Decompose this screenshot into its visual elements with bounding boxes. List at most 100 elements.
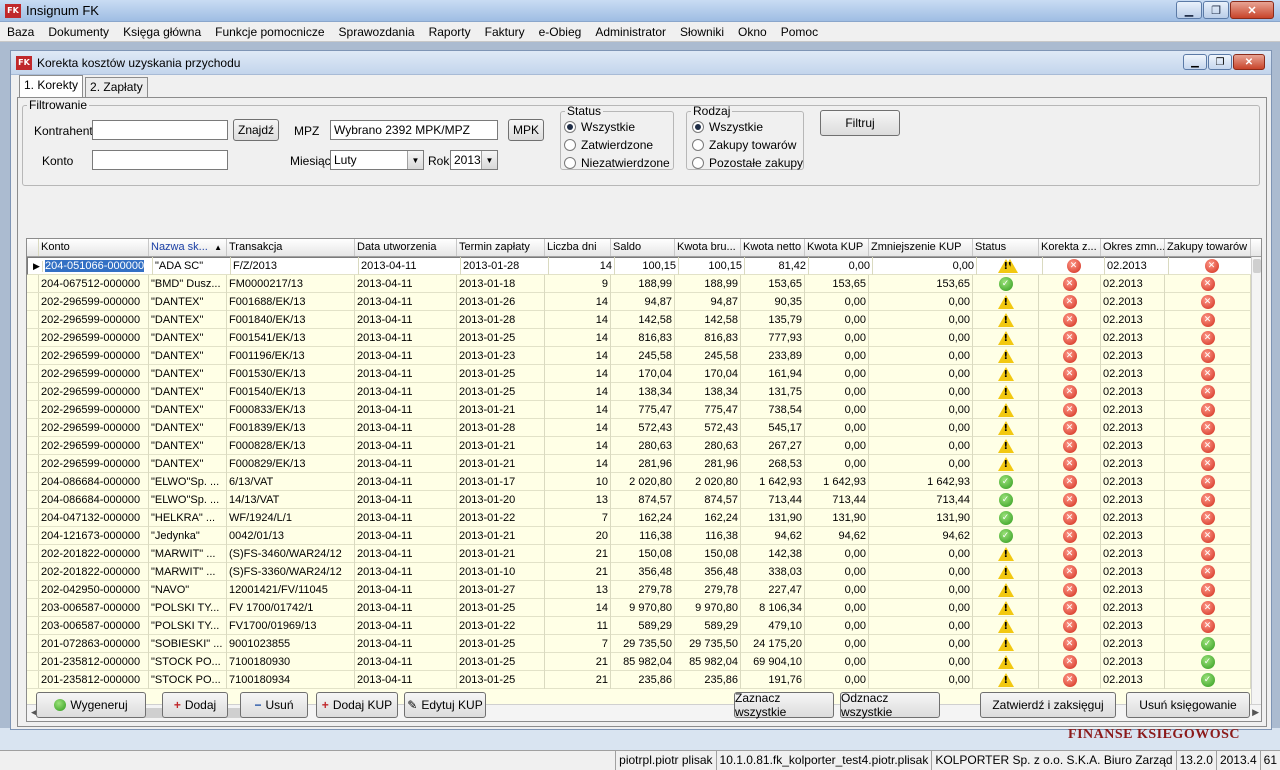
- table-row[interactable]: 202-296599-000000 "DANTEX" F000829/EK/13 20…: [27, 455, 1253, 473]
- cell-3: 2013-04-11: [355, 563, 457, 581]
- add-button[interactable]: + Dodaj: [162, 692, 228, 718]
- status-radio-approved[interactable]: Zatwierdzone: [564, 138, 653, 152]
- cell-3: 2013-04-11: [359, 257, 461, 275]
- maximize-button[interactable]: ❐: [1203, 1, 1229, 19]
- column-header-14[interactable]: Zakupy towarów: [1165, 239, 1251, 256]
- child-minimize-button[interactable]: ▁: [1183, 54, 1207, 70]
- scroll-thumb[interactable]: [1253, 259, 1261, 273]
- menu-item-10[interactable]: Okno: [731, 25, 774, 39]
- table-row[interactable]: 201-235812-000000 "STOCK PO... 7100180930 2…: [27, 653, 1253, 671]
- cell-text: 356,48: [638, 566, 672, 578]
- table-row[interactable]: 202-296599-000000 "DANTEX" F001540/EK/13 20…: [27, 383, 1253, 401]
- table-row[interactable]: 203-006587-000000 "POLSKI TY... FV1700/019…: [27, 617, 1253, 635]
- add-kup-button[interactable]: + Dodaj KUP: [316, 692, 398, 718]
- table-row[interactable]: 202-201822-000000 "MARWIT" ... (S)FS-3360/…: [27, 563, 1253, 581]
- minimize-button[interactable]: ▁: [1176, 1, 1202, 19]
- mpk-button[interactable]: MPK: [508, 119, 544, 141]
- table-row[interactable]: 201-235812-000000 "STOCK PO... 7100180934 2…: [27, 671, 1253, 689]
- column-header-1[interactable]: Nazwa sk... ▲: [149, 239, 227, 256]
- generate-button[interactable]: Wygeneruj: [36, 692, 146, 718]
- column-header-2[interactable]: Transakcja: [227, 239, 355, 256]
- column-header-13[interactable]: Okres zmn...: [1101, 239, 1165, 256]
- status-radio-unapproved[interactable]: Niezatwierdzone: [564, 156, 670, 170]
- kontrahent-input[interactable]: [92, 120, 228, 140]
- table-row[interactable]: 203-006587-000000 "POLSKI TY... FV 1700/01…: [27, 599, 1253, 617]
- mpz-input[interactable]: [330, 120, 498, 140]
- column-header-7[interactable]: Kwota bru...: [675, 239, 741, 256]
- table-row[interactable]: 202-042950-000000 "NAVO" 12001421/FV/11045…: [27, 581, 1253, 599]
- column-header-3[interactable]: Data utworzenia: [355, 239, 457, 256]
- table-row[interactable]: 202-296599-000000 "DANTEX" F001196/EK/13 20…: [27, 347, 1253, 365]
- approve-button[interactable]: Zatwierdź i zaksięguj: [980, 692, 1116, 718]
- unpost-button[interactable]: Usuń księgowanie: [1126, 692, 1250, 718]
- cell-7: 170,04: [675, 365, 741, 383]
- status-radio-all[interactable]: Wszystkie: [564, 120, 635, 134]
- tab-zaplaty[interactable]: 2. Zapłaty: [85, 77, 148, 97]
- cell-13: 02.2013: [1101, 401, 1165, 419]
- table-row[interactable]: 202-296599-000000 "DANTEX" F001530/EK/13 20…: [27, 365, 1253, 383]
- menu-item-0[interactable]: Baza: [0, 25, 41, 39]
- table-row[interactable]: 201-072863-000000 "SOBIESKI" ... 900102385…: [27, 635, 1253, 653]
- column-header-11[interactable]: Status: [973, 239, 1039, 256]
- cell-text: 14: [599, 260, 612, 272]
- table-row[interactable]: 202-296599-000000 "DANTEX" F001839/EK/13 20…: [27, 419, 1253, 437]
- rodzaj-radio-all[interactable]: Wszystkie: [692, 120, 763, 134]
- table-row[interactable]: 202-296599-000000 "DANTEX" F001541/EK/13 20…: [27, 329, 1253, 347]
- table-row[interactable]: 204-067512-000000 "BMD" Dusz... FM0000217/…: [27, 275, 1253, 293]
- table-row[interactable]: 204-086684-000000 "ELWO"Sp. ... 6/13/VAT 20…: [27, 473, 1253, 491]
- table-row[interactable]: 204-086684-000000 "ELWO"Sp. ... 14/13/VAT 2…: [27, 491, 1253, 509]
- menu-item-7[interactable]: e-Obieg: [532, 25, 589, 39]
- table-row[interactable]: 202-296599-000000 "DANTEX" F001688/EK/13 20…: [27, 293, 1253, 311]
- column-header-5[interactable]: Liczba dni: [545, 239, 611, 256]
- table-row[interactable]: 202-201822-000000 "MARWIT" ... (S)FS-3460/…: [27, 545, 1253, 563]
- find-button[interactable]: Znajdź: [233, 119, 279, 141]
- cell-4: 2013-01-26: [457, 293, 545, 311]
- menu-item-1[interactable]: Dokumenty: [41, 25, 116, 39]
- menu-item-2[interactable]: Księga główna: [116, 25, 208, 39]
- edit-kup-button[interactable]: ✎ Edytuj KUP: [404, 692, 486, 718]
- cell-7: 142,58: [675, 311, 741, 329]
- menu-item-5[interactable]: Raporty: [422, 25, 478, 39]
- tab-korekty[interactable]: 1. Korekty: [19, 75, 84, 97]
- rok-select[interactable]: 2013 ▼: [450, 150, 498, 170]
- menu-item-4[interactable]: Sprawozdania: [332, 25, 422, 39]
- konto-input[interactable]: [92, 150, 228, 170]
- column-header-12[interactable]: Korekta z...: [1039, 239, 1101, 256]
- miesiac-select[interactable]: Luty ▼: [330, 150, 424, 170]
- menu-item-9[interactable]: Słowniki: [673, 25, 731, 39]
- rodzaj-radio-goods[interactable]: Zakupy towarów: [692, 138, 796, 152]
- column-header-6[interactable]: Saldo: [611, 239, 675, 256]
- filter-button[interactable]: Filtruj: [820, 110, 900, 136]
- table-row[interactable]: 202-296599-000000 "DANTEX" F000828/EK/13 20…: [27, 437, 1253, 455]
- rodzaj-legend: Rodzaj: [693, 104, 731, 118]
- table-row[interactable]: 202-296599-000000 "DANTEX" F001840/EK/13 20…: [27, 311, 1253, 329]
- column-header-9[interactable]: Kwota KUP: [805, 239, 869, 256]
- arrow-right-icon[interactable]: ▶: [1252, 707, 1259, 718]
- table-row[interactable]: 204-047132-000000 "HELKRA" ... WF/1924/L/1…: [27, 509, 1253, 527]
- column-header-8[interactable]: Kwota netto: [741, 239, 805, 256]
- cell-text: 9: [601, 278, 608, 290]
- cell-text: 9 970,80: [629, 602, 672, 614]
- menu-item-8[interactable]: Administrator: [588, 25, 673, 39]
- column-header-10[interactable]: Zmniejszenie KUP: [869, 239, 973, 256]
- select-all-button[interactable]: Zaznacz wszystkie: [734, 691, 834, 719]
- column-header-0[interactable]: Konto: [39, 239, 149, 256]
- cell-4: 2013-01-25: [457, 329, 545, 347]
- child-close-button[interactable]: ✕: [1233, 54, 1265, 70]
- column-header-4[interactable]: Termin zapłaty: [457, 239, 545, 256]
- deselect-all-button[interactable]: Odznacz wszystkie: [840, 691, 940, 719]
- menu-item-6[interactable]: Faktury: [478, 25, 532, 39]
- remove-button[interactable]: − Usuń: [240, 692, 308, 718]
- menu-item-3[interactable]: Funkcje pomocnicze: [208, 25, 331, 39]
- child-maximize-button[interactable]: ❐: [1208, 54, 1232, 70]
- cell-5: 7: [545, 635, 611, 653]
- close-button[interactable]: ✕: [1230, 1, 1274, 19]
- rodzaj-radio-other[interactable]: Pozostałe zakupy: [692, 156, 803, 170]
- table-row[interactable]: ▶ 204-051066-000000 "ADA SC" F/Z/2013 2013-0…: [27, 257, 1256, 275]
- vertical-scrollbar[interactable]: [1251, 257, 1261, 705]
- cell-text: 9 970,80: [695, 602, 738, 614]
- cell-10: 0,00: [869, 365, 973, 383]
- menu-item-11[interactable]: Pomoc: [774, 25, 825, 39]
- table-row[interactable]: 204-121673-000000 "Jedynka" 0042/01/13 2013…: [27, 527, 1253, 545]
- table-row[interactable]: 202-296599-000000 "DANTEX" F000833/EK/13 20…: [27, 401, 1253, 419]
